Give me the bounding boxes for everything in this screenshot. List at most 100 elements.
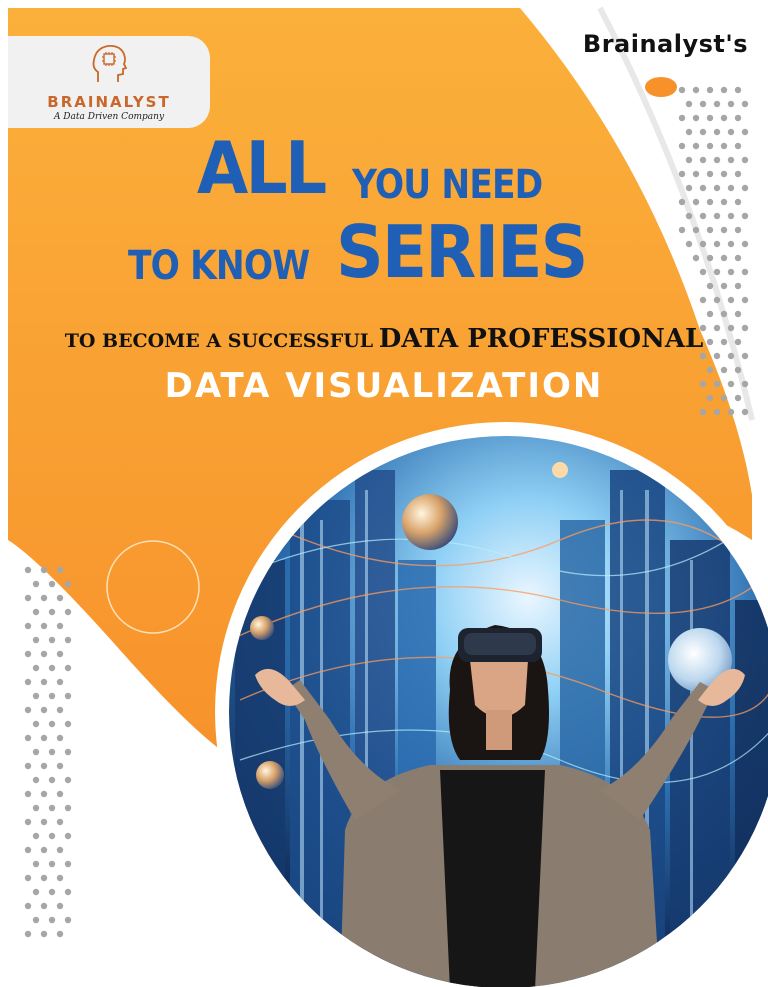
pattern-dot (727, 408, 735, 416)
pattern-dot (64, 804, 72, 812)
pattern-dot (685, 156, 693, 164)
pattern-dot (64, 608, 72, 616)
pattern-dot (706, 310, 714, 318)
pattern-dot (699, 408, 707, 416)
cover-page: BRAINALYST A Data Driven Company Brainal… (0, 0, 768, 987)
pattern-dot (741, 100, 749, 108)
pattern-dot (40, 650, 48, 658)
pattern-dot (713, 212, 721, 220)
pattern-dot (24, 594, 32, 602)
orange-pill-accent (645, 77, 677, 97)
pattern-dot (706, 198, 714, 206)
pattern-dot (40, 790, 48, 798)
pattern-dot (734, 142, 742, 150)
pattern-dot (713, 240, 721, 248)
cover-artwork (8, 6, 768, 987)
pattern-dot (48, 916, 56, 924)
pattern-dot (32, 860, 40, 868)
pattern-dot (706, 86, 714, 94)
pattern-dot (64, 916, 72, 924)
pattern-dot (32, 804, 40, 812)
logo-tagline: A Data Driven Company (53, 112, 165, 122)
pattern-dot (24, 874, 32, 882)
pattern-dot (64, 748, 72, 756)
pattern-dot (720, 226, 728, 234)
pattern-dot (56, 706, 64, 714)
pattern-dot (40, 678, 48, 686)
pattern-dot (678, 86, 686, 94)
pattern-dot (56, 846, 64, 854)
pattern-dot (48, 664, 56, 672)
topic-title: DATA VISUALIZATION (164, 366, 604, 406)
pattern-dot (40, 902, 48, 910)
pattern-dot (706, 226, 714, 234)
pattern-dot (32, 664, 40, 672)
pattern-dot (678, 114, 686, 122)
pattern-dot (720, 142, 728, 150)
pattern-dot (40, 706, 48, 714)
pattern-dot (741, 156, 749, 164)
pattern-dot (727, 212, 735, 220)
pattern-dot (706, 170, 714, 178)
pattern-dot (692, 198, 700, 206)
pattern-dot (727, 156, 735, 164)
pattern-dot (727, 100, 735, 108)
pattern-dot (40, 930, 48, 938)
pattern-dot (64, 860, 72, 868)
pattern-dot (56, 874, 64, 882)
subheadline-emphasis: DATA PROFESSIONAL (378, 324, 704, 354)
pattern-dot (48, 804, 56, 812)
pattern-dot (678, 198, 686, 206)
pattern-dot (713, 100, 721, 108)
pattern-dot (727, 268, 735, 276)
pattern-dot (48, 888, 56, 896)
pattern-dot (685, 100, 693, 108)
pattern-dot (692, 114, 700, 122)
brand-top-label: Brainalyst's (582, 30, 748, 58)
pattern-dot (24, 846, 32, 854)
pattern-dot (48, 608, 56, 616)
pattern-dot (48, 748, 56, 756)
pattern-dot (56, 790, 64, 798)
pattern-dot (720, 310, 728, 318)
pattern-dot (685, 184, 693, 192)
pattern-dot (40, 566, 48, 574)
pattern-dot (734, 114, 742, 122)
pattern-dot (40, 622, 48, 630)
pattern-dot (720, 114, 728, 122)
pattern-dot (40, 874, 48, 882)
pattern-dot (699, 296, 707, 304)
pattern-dot (48, 720, 56, 728)
headline-series: SERIES (336, 210, 588, 294)
pattern-dot (706, 114, 714, 122)
pattern-dot (24, 566, 32, 574)
pattern-dot (24, 622, 32, 630)
logo-wordmark: BRAINALYST (47, 93, 171, 111)
pattern-dot (720, 254, 728, 262)
pattern-dot (32, 692, 40, 700)
pattern-dot (48, 776, 56, 784)
pattern-dot (678, 170, 686, 178)
pattern-dot (56, 762, 64, 770)
pattern-dot (48, 580, 56, 588)
pattern-dot (727, 128, 735, 136)
pattern-dot (699, 128, 707, 136)
pattern-dot (699, 156, 707, 164)
pattern-dot (64, 636, 72, 644)
dot-pattern-left (24, 566, 72, 938)
pattern-dot (734, 170, 742, 178)
pattern-dot (24, 790, 32, 798)
pattern-dot (56, 818, 64, 826)
pattern-dot (699, 100, 707, 108)
pattern-dot (56, 594, 64, 602)
pattern-dot (32, 888, 40, 896)
pattern-dot (64, 888, 72, 896)
pattern-dot (741, 184, 749, 192)
pattern-dot (56, 622, 64, 630)
pattern-dot (32, 636, 40, 644)
pattern-dot (706, 282, 714, 290)
pattern-dot (692, 86, 700, 94)
pattern-dot (699, 212, 707, 220)
pattern-dot (56, 902, 64, 910)
pattern-dot (734, 254, 742, 262)
